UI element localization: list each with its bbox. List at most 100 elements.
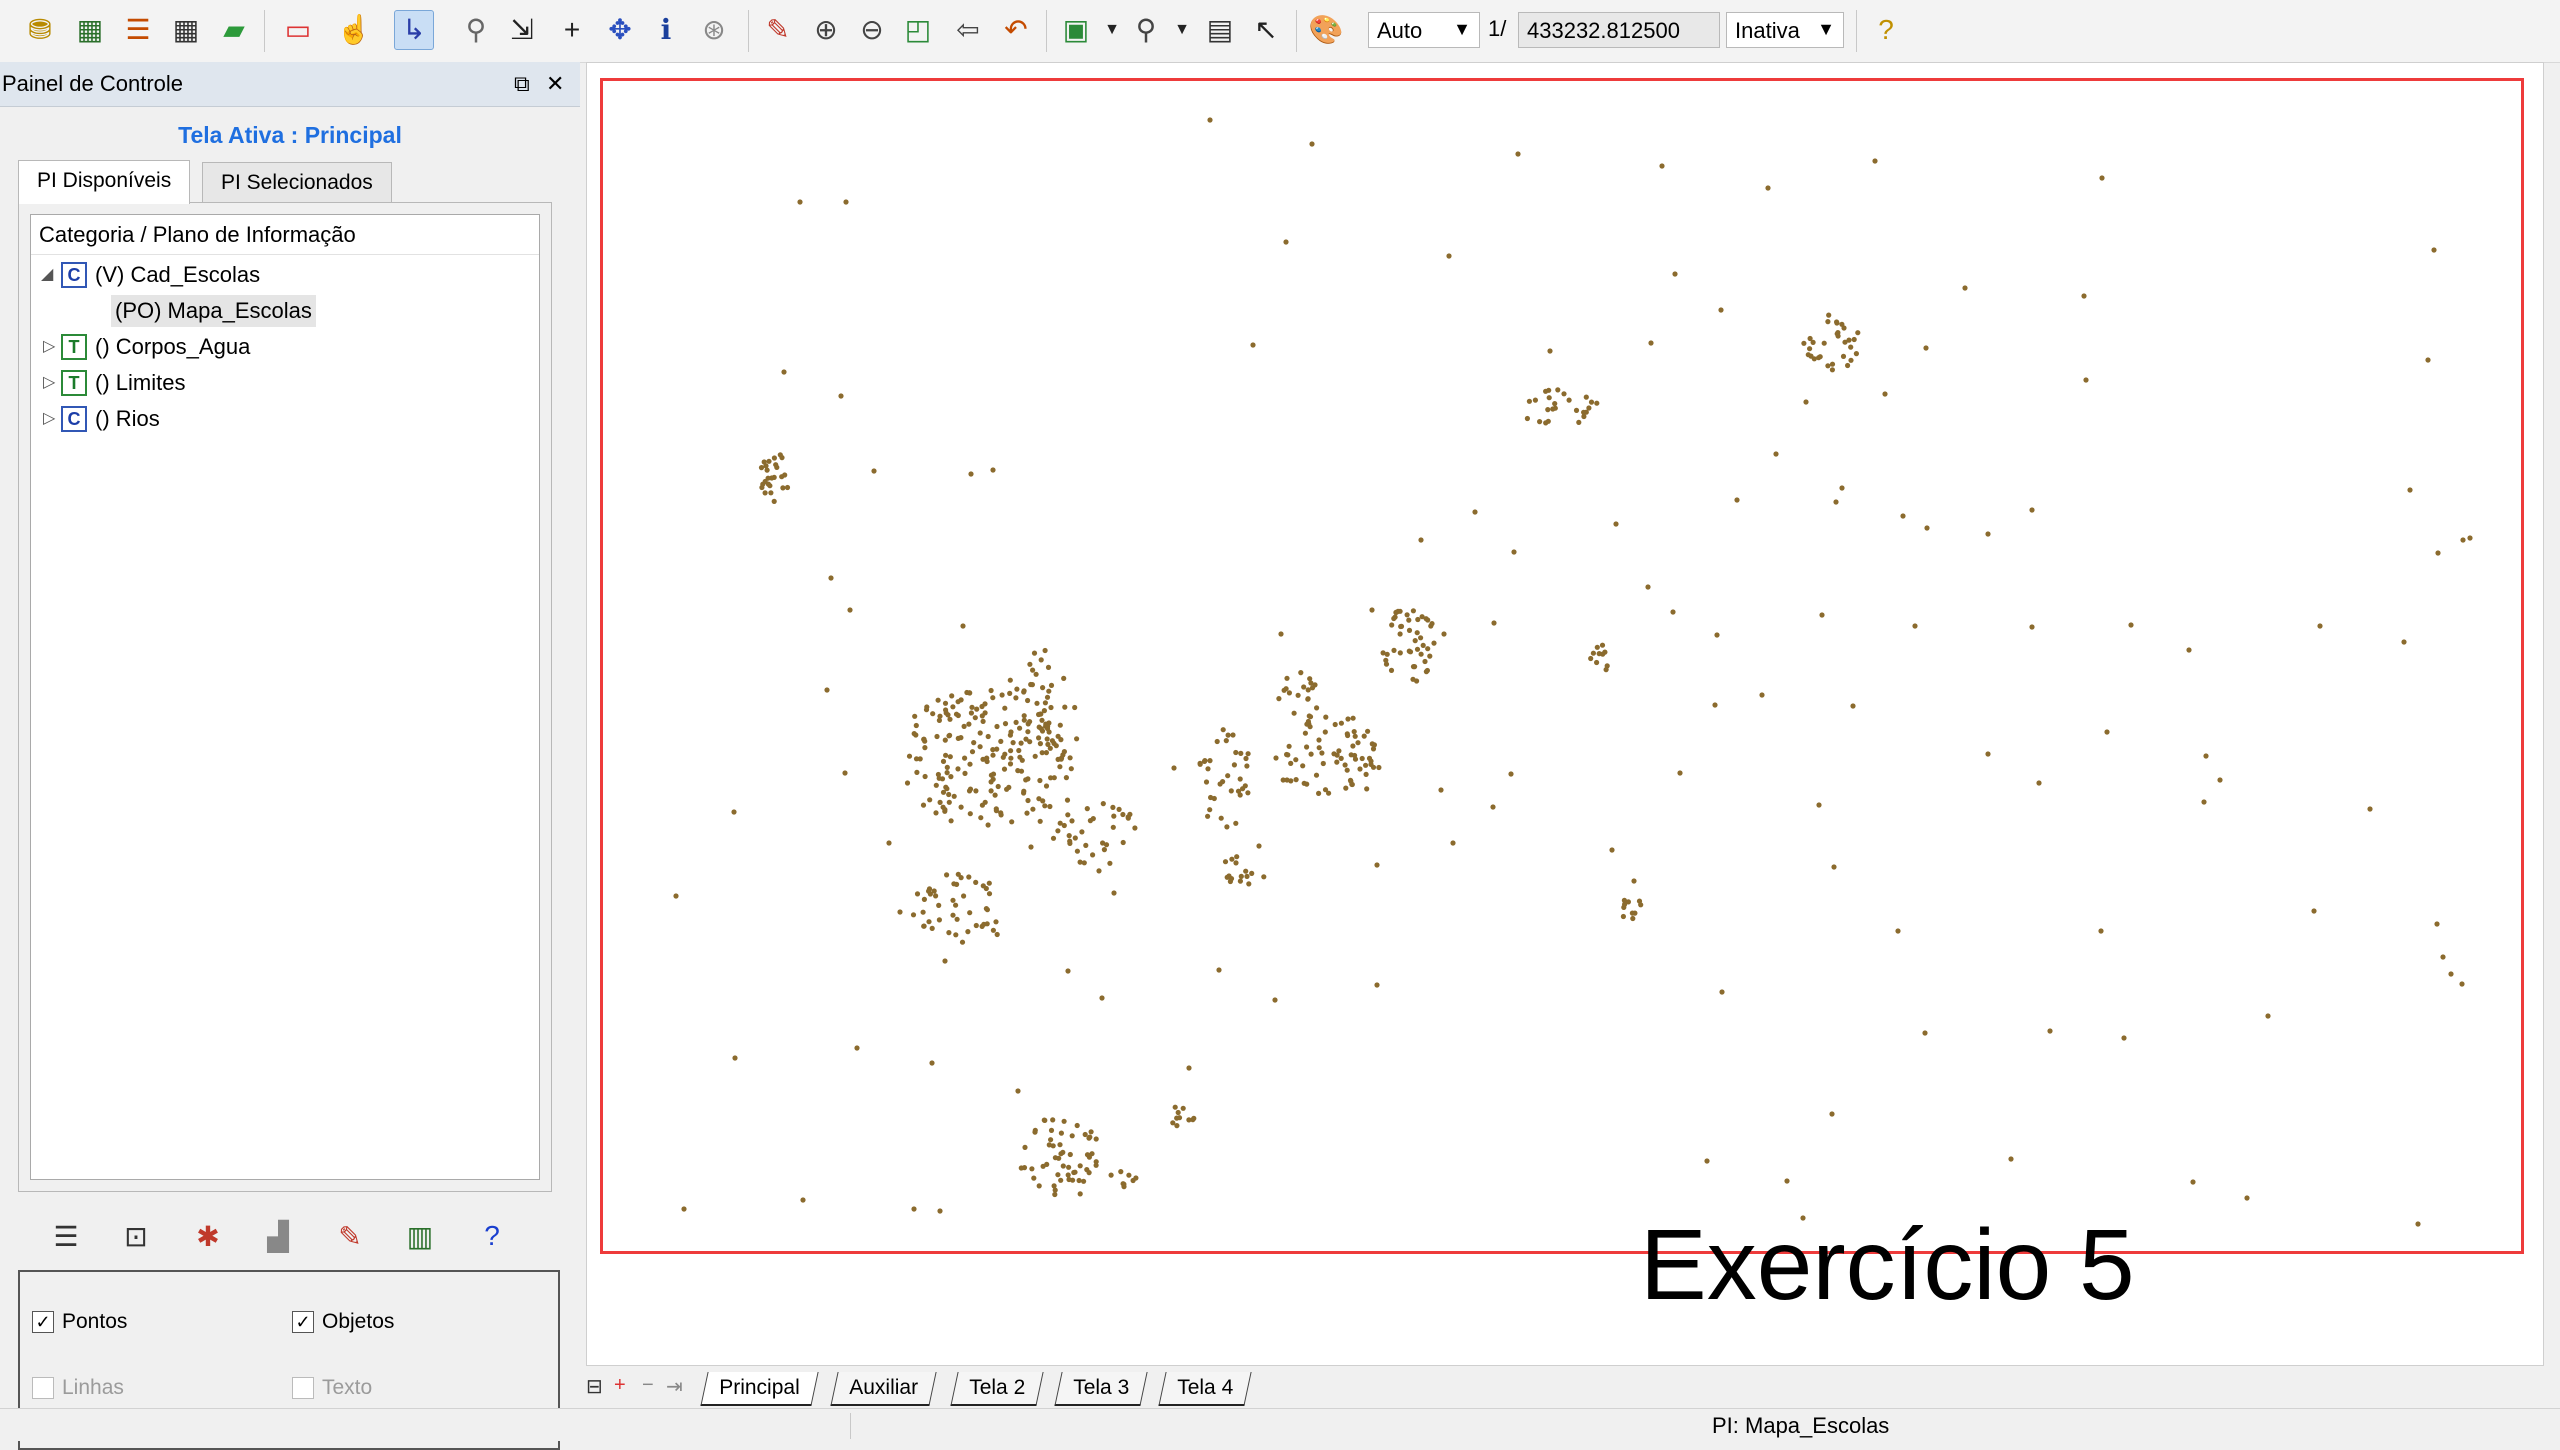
tab-principal[interactable]: Principal <box>700 1372 819 1406</box>
dropdown-arrow-icon[interactable]: ▼ <box>1162 10 1202 50</box>
tree-item-label: () Limites <box>95 370 186 395</box>
tree-item-limites[interactable]: ▷ T () Limites <box>31 367 539 399</box>
chart-icon[interactable]: ↳ <box>394 10 434 50</box>
scale-prefix: 1/ <box>1488 16 1507 41</box>
tree-item-label: () Rios <box>95 406 160 431</box>
zoom-area-icon[interactable]: ◰ <box>898 10 938 50</box>
tree-item-label: (V) Cad_Escolas <box>95 262 261 287</box>
tree-item-cad-escolas[interactable]: ◢ C (V) Cad_Escolas <box>31 259 539 291</box>
zoom-out-icon[interactable]: ⊖ <box>852 10 892 50</box>
texto-checkbox[interactable]: Texto <box>292 1376 372 1400</box>
remove-screen-icon[interactable]: − <box>642 1374 654 1397</box>
screen-tabs: ⊟ + − ⇥ Principal Auxiliar Tela 2 Tela 3… <box>586 1372 1586 1408</box>
help-icon[interactable]: ? <box>472 1216 512 1256</box>
status-bar: PI: Mapa_Escolas <box>0 1408 2560 1441</box>
scale-mode-value: Auto <box>1377 18 1423 43</box>
edit-icon[interactable]: ✱ <box>188 1216 228 1256</box>
status-divider <box>850 1413 851 1439</box>
tree-item-rios[interactable]: ▷ C () Rios <box>31 403 539 435</box>
map-icon[interactable]: ▤ <box>1200 10 1240 50</box>
database-icon[interactable]: ⛃ <box>20 10 60 50</box>
panel-header: Painel de Controle ⧉ ✕ <box>0 62 580 107</box>
checkbox-empty-icon <box>292 1377 314 1399</box>
scale-mode-select[interactable]: Auto ▼ <box>1368 12 1480 48</box>
back-icon[interactable]: ⇦ <box>948 10 988 50</box>
collapse-icon[interactable]: ◢ <box>41 259 53 291</box>
map-frame <box>600 78 2524 1254</box>
status-mode-select[interactable]: Inativa ▼ <box>1726 12 1844 48</box>
print-icon[interactable]: ▣ <box>1056 10 1096 50</box>
frame-icon[interactable]: ▭ <box>278 10 318 50</box>
zoom-in-icon[interactable]: ⊕ <box>806 10 846 50</box>
list-icon[interactable]: ☰ <box>46 1216 86 1256</box>
checkbox-empty-icon <box>32 1377 54 1399</box>
scale-value-field[interactable]: 433232.812500 <box>1518 12 1720 48</box>
tab-tela-2[interactable]: Tela 2 <box>950 1372 1044 1406</box>
query-icon[interactable]: ⊡ <box>116 1216 156 1256</box>
info-icon[interactable]: ℹ <box>646 10 686 50</box>
tab-label: Tela 3 <box>1073 1376 1130 1399</box>
active-screen-label: Tela Ativa : Principal <box>178 122 402 148</box>
checkmark-icon: ✓ <box>32 1311 54 1333</box>
plus-icon[interactable]: + <box>552 10 592 50</box>
main-toolbar: ⛃ ▦ ☰ ▦ ▰ ▭ ☝ ↳ ⚲ ⇲ + ✥ ℹ ⊛ ✎ ⊕ ⊖ ◰ ⇦ ↶ … <box>0 0 2560 63</box>
panel-tools: ☰ ⊡ ✱ ▟ ✎ ▥ ? <box>18 1210 552 1260</box>
select-icon[interactable]: ↖ <box>1246 10 1286 50</box>
palette-icon[interactable]: 🎨 <box>1306 10 1346 50</box>
pontos-checkbox[interactable]: ✓ Pontos <box>32 1310 127 1334</box>
theme-badge-icon: T <box>61 370 87 396</box>
tab-tela-3[interactable]: Tela 3 <box>1054 1372 1148 1406</box>
status-pi: PI: Mapa_Escolas <box>1712 1413 1890 1438</box>
tab-label: Auxiliar <box>849 1376 919 1399</box>
zoom-menu-icon[interactable]: ⚲ <box>1126 10 1166 50</box>
tree-item-label: (PO) Mapa_Escolas <box>111 295 316 327</box>
search-icon[interactable]: ⚲ <box>456 10 496 50</box>
last-page-icon[interactable]: ⇥ <box>666 1374 683 1399</box>
graph-icon[interactable]: ▟ <box>258 1216 298 1256</box>
table-icon[interactable]: ▦ <box>70 10 110 50</box>
restore-icon[interactable]: ⧉ <box>514 62 530 106</box>
status-mode-value: Inativa <box>1735 18 1800 43</box>
tab-auxiliar[interactable]: Auxiliar <box>830 1372 937 1406</box>
expand-icon[interactable]: ▷ <box>43 331 55 363</box>
tag-icon[interactable]: ⊛ <box>694 10 734 50</box>
pencil-icon[interactable]: ✎ <box>758 10 798 50</box>
tree-item-corpos-agua[interactable]: ▷ T () Corpos_Agua <box>31 331 539 363</box>
close-icon[interactable]: ✕ <box>546 62 564 106</box>
linhas-checkbox[interactable]: Linhas <box>32 1376 124 1400</box>
expand-icon[interactable]: ▷ <box>43 367 55 399</box>
expand-icon[interactable]: ▷ <box>43 403 55 435</box>
import-icon[interactable]: ⇲ <box>502 10 542 50</box>
category-badge-icon: C <box>61 406 87 432</box>
tab-label: Tela 4 <box>1177 1376 1234 1399</box>
objetos-label: Objetos <box>322 1310 395 1333</box>
undo-icon[interactable]: ↶ <box>996 10 1036 50</box>
pen-icon[interactable]: ✎ <box>330 1216 370 1256</box>
layer-tree: Categoria / Plano de Informação ◢ C (V) … <box>30 214 540 1180</box>
layers-icon[interactable]: ☰ <box>118 10 158 50</box>
panel-title: Painel de Controle <box>2 71 184 96</box>
cursor-icon[interactable]: ☝ <box>334 10 374 50</box>
help-icon[interactable]: ? <box>1866 10 1906 50</box>
move-icon[interactable]: ✥ <box>600 10 640 50</box>
chevron-down-icon: ▼ <box>1817 19 1835 39</box>
exercise-title: Exercício 5 <box>1640 1209 2135 1321</box>
tree-header: Categoria / Plano de Informação <box>31 215 539 255</box>
tab-pi-disponiveis[interactable]: PI Disponíveis <box>18 160 191 204</box>
category-badge-icon: C <box>61 262 87 288</box>
tree-item-label: () Corpos_Agua <box>95 334 251 359</box>
linhas-label: Linhas <box>62 1376 124 1399</box>
tab-pi-selecionados[interactable]: PI Selecionados <box>202 162 392 202</box>
first-page-icon[interactable]: ⊟ <box>586 1374 603 1399</box>
objetos-checkbox[interactable]: ✓ Objetos <box>292 1310 394 1334</box>
tab-tela-4[interactable]: Tela 4 <box>1158 1372 1252 1406</box>
theme-badge-icon: T <box>61 334 87 360</box>
tree-item-mapa-escolas[interactable]: (PO) Mapa_Escolas <box>31 295 539 327</box>
tab-label: Principal <box>719 1376 800 1399</box>
grid-icon[interactable]: ▦ <box>166 10 206 50</box>
checkmark-icon: ✓ <box>292 1311 314 1333</box>
legend-icon[interactable]: ▥ <box>400 1216 440 1256</box>
add-screen-icon[interactable]: + <box>614 1374 626 1397</box>
eraser-icon[interactable]: ▰ <box>214 10 254 50</box>
texto-label: Texto <box>322 1376 373 1399</box>
